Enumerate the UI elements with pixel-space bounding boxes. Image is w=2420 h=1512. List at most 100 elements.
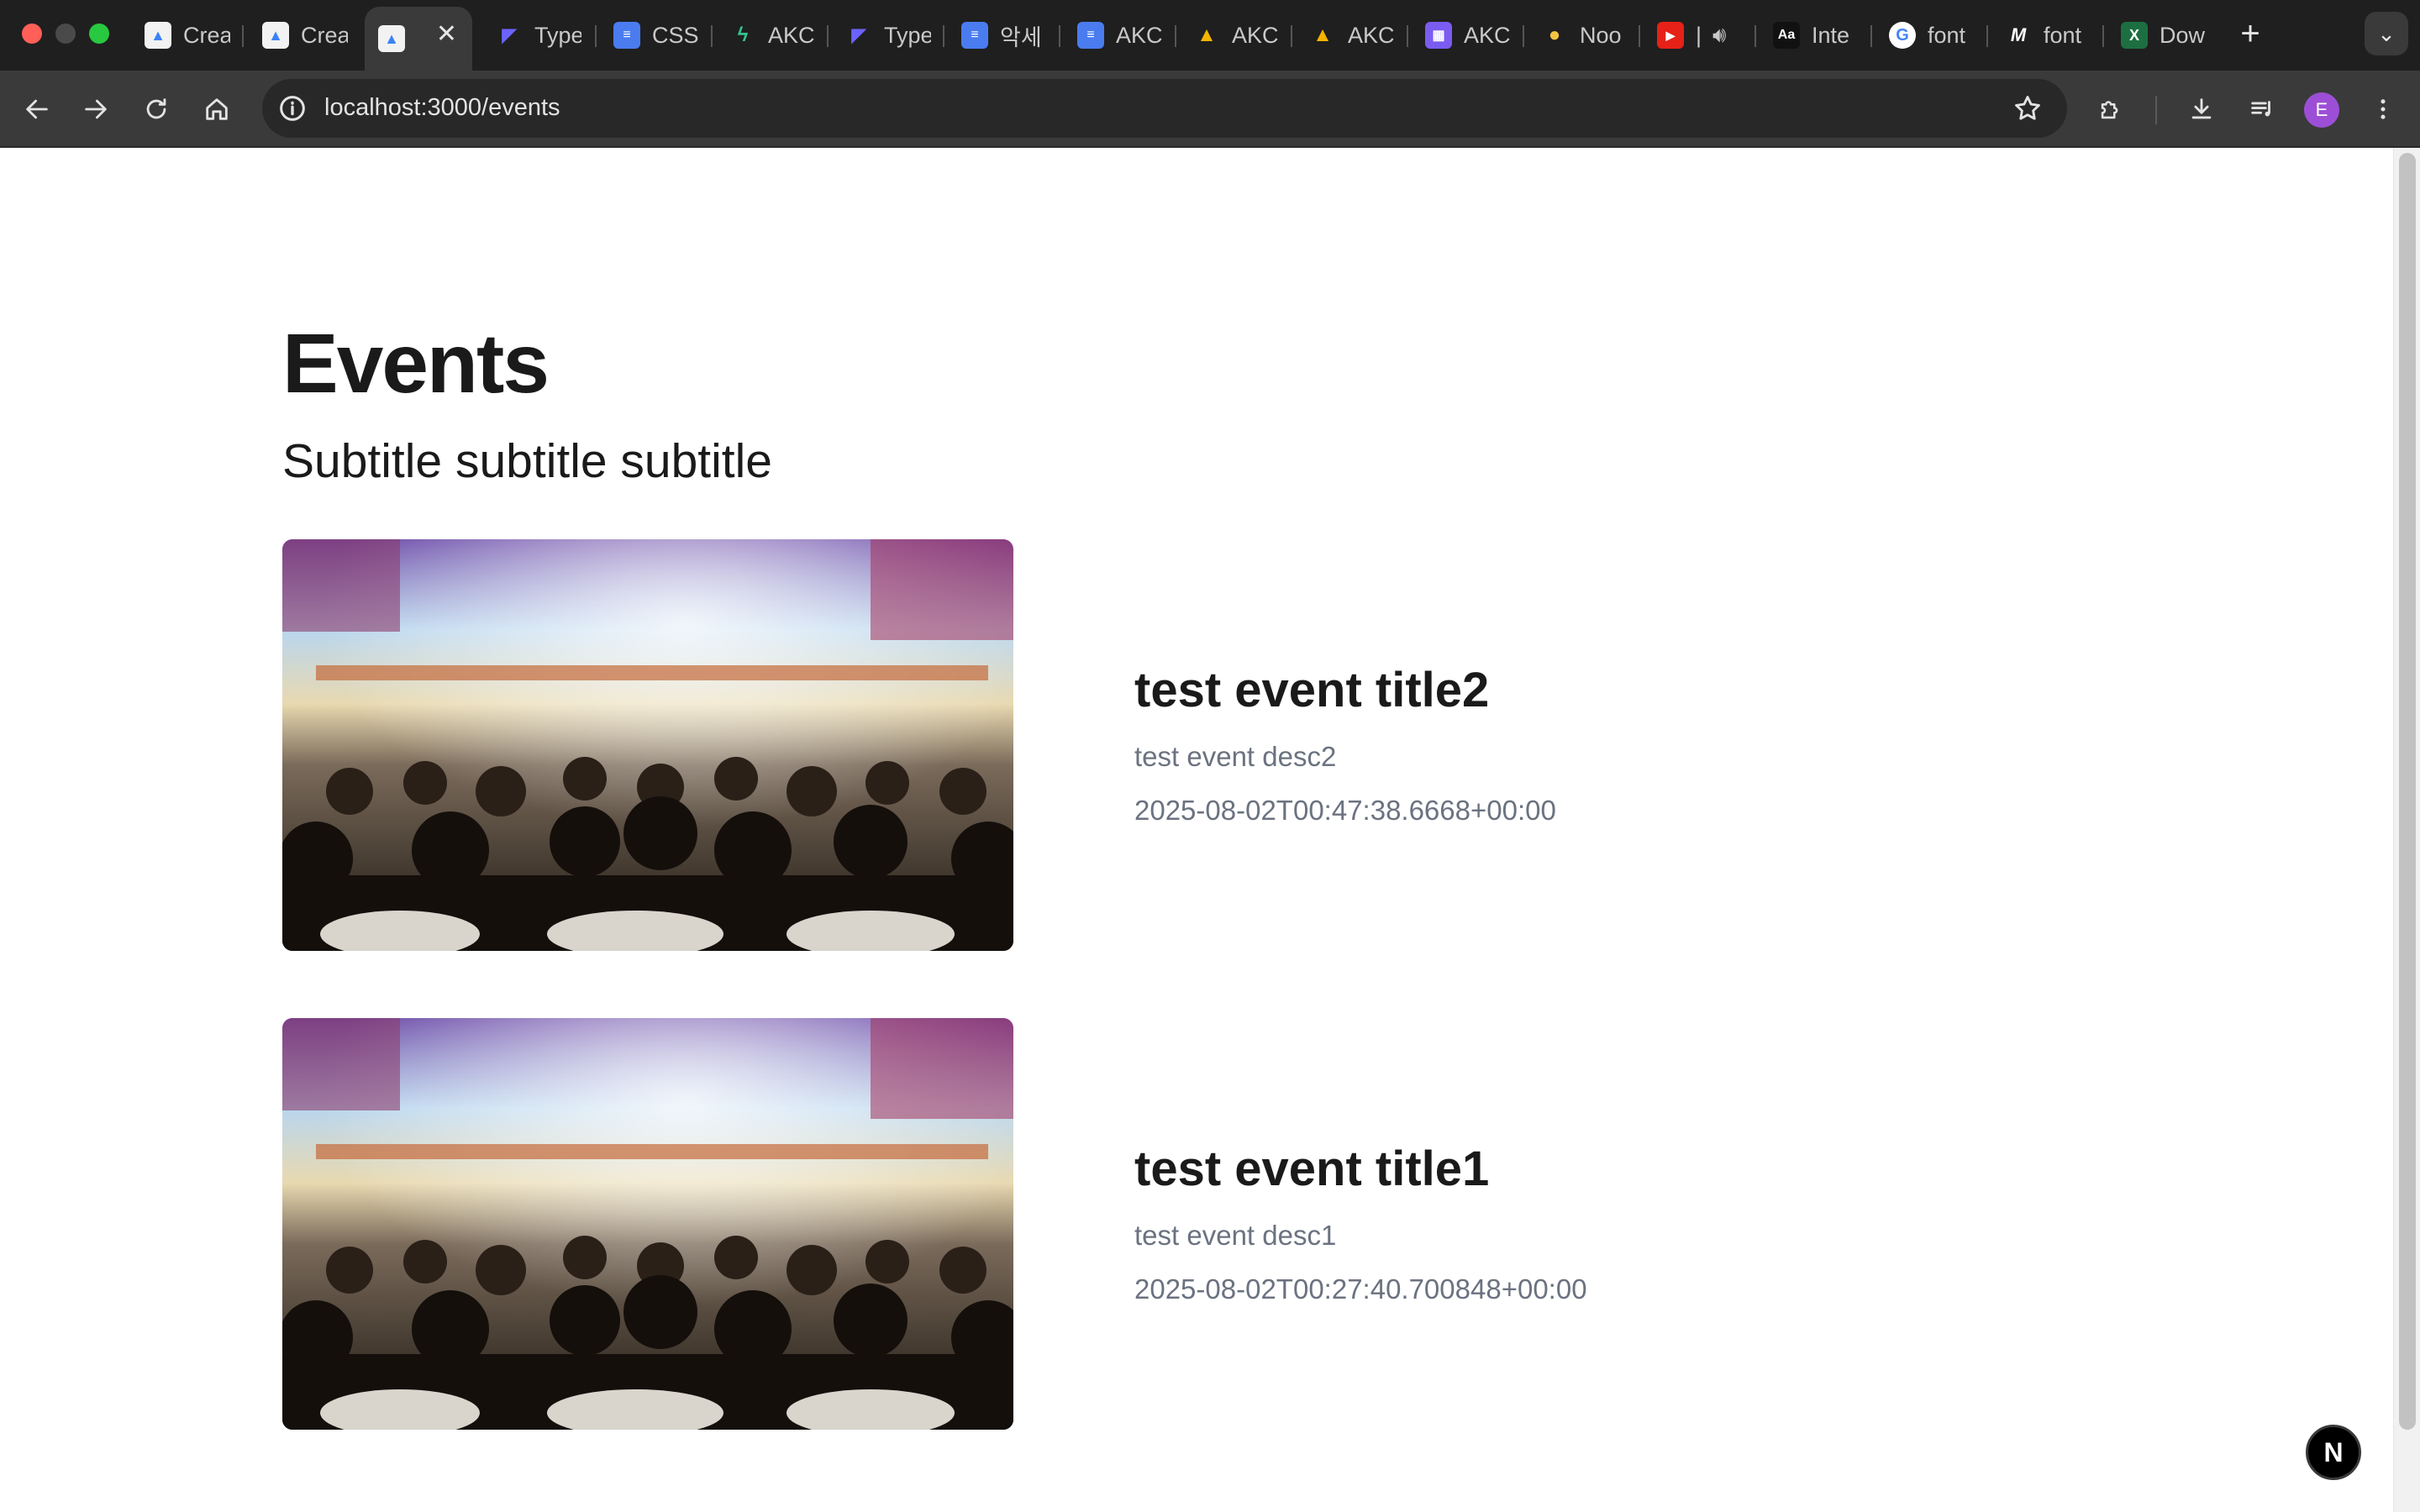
tab-separator (1407, 25, 1408, 47)
tab-separator (1639, 25, 1640, 47)
page-scrollbar[interactable] (2393, 148, 2420, 1512)
tab[interactable]: ▶ | 🔊︎ (1644, 12, 1748, 59)
url-text: localhost:3000/events (324, 94, 560, 121)
nextjs-devtools-button[interactable]: N (2306, 1425, 2361, 1480)
tab[interactable]: M font (1991, 12, 2096, 59)
back-arrow-icon (26, 99, 48, 119)
tab-separator (1986, 25, 1988, 47)
forward-arrow-icon (85, 99, 107, 119)
tab-separator (1523, 25, 1524, 47)
tab-active[interactable]: ▲ ✕ (365, 7, 472, 71)
tab[interactable]: Aa Inte (1760, 12, 1864, 59)
minimize-window-button[interactable] (55, 24, 76, 44)
tab[interactable]: ▲ Crea (131, 12, 232, 59)
medium-icon: M (2010, 24, 2027, 45)
tab[interactable]: ▲ AKC (1180, 12, 1284, 59)
site-info-icon[interactable] (276, 92, 309, 125)
conference-photo (282, 539, 1013, 951)
scrollbar-thumb[interactable] (2399, 153, 2416, 1430)
reload-icon (146, 98, 166, 119)
page-title: Events (282, 317, 550, 411)
app-icon: ▲ (145, 22, 171, 49)
reload-button[interactable] (133, 86, 180, 133)
browser-toolbar: localhost:3000/events E (0, 71, 2420, 148)
tab-label: AKC (1348, 22, 1395, 48)
download-icon (2191, 98, 2212, 119)
duck-icon: ● (1548, 24, 1561, 46)
tab-search-button[interactable]: ⌄ (2365, 12, 2408, 55)
close-tab-icon[interactable]: ✕ (436, 22, 457, 47)
tab[interactable]: ≡ 악세 (948, 12, 1052, 59)
tab-label: Inte (1812, 22, 1850, 48)
tab[interactable]: X Dow (2107, 12, 2212, 59)
tab[interactable]: G font (1876, 12, 1980, 59)
tab-separator (1754, 25, 1756, 47)
event-title: test event title1 (1134, 1142, 1490, 1196)
downloads-button[interactable] (2178, 86, 2225, 133)
media-control-button[interactable] (2238, 86, 2286, 133)
tab[interactable]: ≡ AKC (1064, 12, 1168, 59)
back-button[interactable] (13, 86, 60, 133)
page-subtitle: Subtitle subtitle subtitle (282, 434, 772, 488)
maximize-window-button[interactable] (89, 24, 109, 44)
tab[interactable]: ● Noo (1528, 12, 1632, 59)
page-content: Events Subtitle subtitle subtitle test e… (0, 148, 2420, 1512)
tab-separator (827, 25, 829, 47)
tab-separator (711, 25, 713, 47)
forward-button[interactable] (72, 86, 119, 133)
event-date: 2025-08-02T00:27:40.700848+00:00 (1134, 1273, 1587, 1305)
tab[interactable]: ϟ AKC (716, 12, 820, 59)
tab-strip: ▲ Crea ▲ Crea ▲ ✕ ◤ Type ≡ CSS ϟ AKC ◤ T… (0, 0, 2420, 71)
tab-separator (943, 25, 944, 47)
drive-icon: ▲ (1313, 24, 1333, 46)
kebab-menu-icon (2381, 99, 2386, 119)
tab-label: AKC (1464, 22, 1511, 48)
youtube-icon: ▶ (1657, 22, 1684, 49)
tab-separator (1059, 25, 1060, 47)
tab-label: 악세 (1000, 24, 1042, 50)
profile-avatar[interactable]: E (2304, 92, 2339, 128)
google-icon: G (1889, 22, 1916, 49)
browser-menu-button[interactable] (2360, 86, 2407, 133)
tab-label: AKC (768, 22, 815, 48)
tab-label: | (1696, 22, 1702, 48)
app-icon: ▲ (262, 22, 289, 49)
tab[interactable]: ◤ Type (482, 12, 587, 59)
home-button[interactable] (193, 86, 240, 133)
conference-photo (282, 1018, 1013, 1430)
tab-label: Noo (1580, 22, 1622, 48)
tab[interactable]: ◤ Type (832, 12, 936, 59)
font-icon: Aa (1773, 22, 1800, 49)
new-tab-button[interactable]: + (2230, 13, 2270, 54)
event-card[interactable]: test event title2 test event desc2 2025-… (282, 539, 1963, 951)
event-description: test event desc1 (1134, 1220, 1337, 1251)
speaker-icon[interactable]: 🔊︎ (1712, 22, 1726, 49)
tab[interactable]: ▦ AKC (1412, 12, 1516, 59)
tab-separator (242, 25, 244, 47)
tab[interactable]: ▲ Crea (249, 12, 350, 59)
docs-icon: ≡ (1077, 22, 1104, 49)
bookmark-star-icon[interactable] (2012, 92, 2044, 124)
calendar-icon: ▦ (1425, 22, 1452, 49)
tab-label: AKC (1116, 22, 1163, 48)
event-card[interactable]: test event title1 test event desc1 2025-… (282, 1018, 1963, 1430)
tab[interactable]: ▲ AKC (1296, 12, 1400, 59)
docs-icon: ≡ (961, 22, 988, 49)
tab[interactable]: ≡ CSS (600, 12, 704, 59)
event-description: test event desc2 (1134, 741, 1337, 772)
event-image[interactable] (282, 1018, 1013, 1430)
home-icon (206, 98, 228, 120)
puzzle-icon (2101, 101, 2118, 119)
tab-separator (595, 25, 597, 47)
event-image[interactable] (282, 539, 1013, 951)
tab-separator (1291, 25, 1292, 47)
close-window-button[interactable] (22, 24, 42, 44)
media-queue-icon (2251, 101, 2270, 117)
tab-label: Type (534, 22, 581, 48)
address-bar[interactable]: localhost:3000/events (262, 79, 2067, 138)
excel-icon: X (2121, 22, 2148, 49)
typeform-icon: ◤ (851, 24, 866, 45)
event-title: test event title2 (1134, 663, 1490, 717)
extensions-button[interactable] (2087, 86, 2134, 133)
typeform-icon: ◤ (502, 24, 517, 45)
